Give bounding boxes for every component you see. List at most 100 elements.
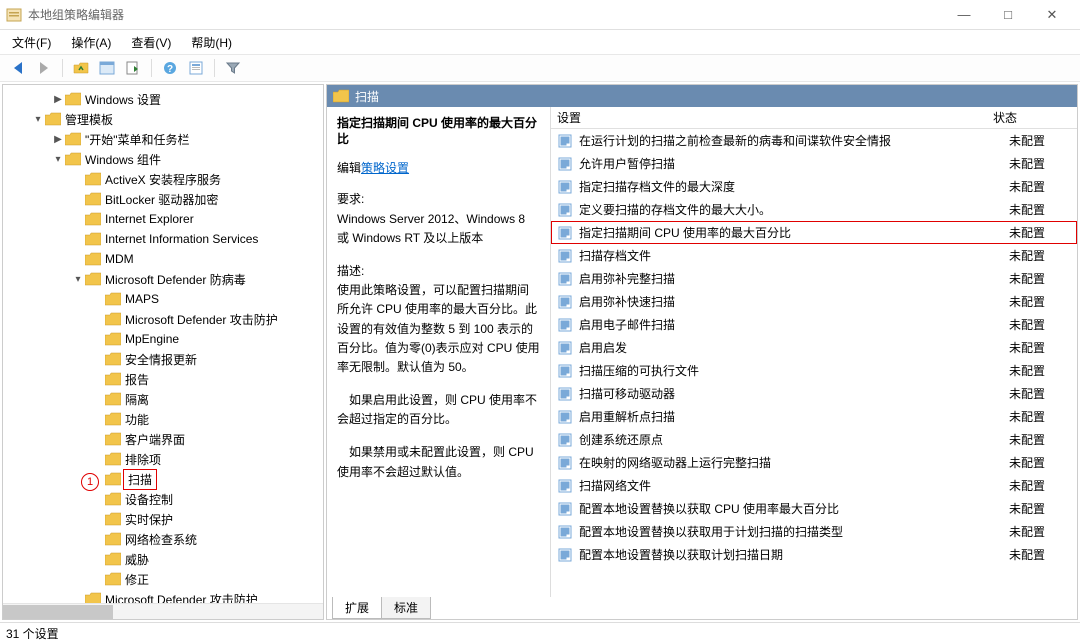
collapse-icon[interactable]: ▾: [51, 154, 65, 165]
settings-row[interactable]: 在运行计划的扫描之前检查最新的病毒和间谍软件安全情报未配置: [551, 129, 1077, 152]
folder-icon: [105, 532, 121, 546]
expand-icon[interactable]: ▶: [51, 134, 65, 145]
tree-node-label: 设备控制: [125, 491, 173, 508]
tree-node[interactable]: ▶"开始"菜单和任务栏: [3, 129, 323, 149]
main-content: ▶Windows 设置▾管理模板▶"开始"菜单和任务栏▾Windows 组件▶A…: [0, 82, 1080, 622]
description-body-1: 使用此策略设置，可以配置扫描期间所允许 CPU 使用率的最大百分比。此设置的有效…: [337, 281, 540, 377]
up-button[interactable]: [69, 57, 93, 79]
tree-node[interactable]: ▶威胁: [3, 549, 323, 569]
tree-node[interactable]: ▶客户端界面: [3, 429, 323, 449]
settings-row[interactable]: 允许用户暂停扫描未配置: [551, 152, 1077, 175]
settings-row[interactable]: 启用启发未配置: [551, 336, 1077, 359]
tree-node[interactable]: ▶Internet Explorer: [3, 209, 323, 229]
settings-row[interactable]: 定义要扫描的存档文件的最大大小。未配置: [551, 198, 1077, 221]
tree-node[interactable]: ▶Internet Information Services: [3, 229, 323, 249]
status-text: 31 个设置: [6, 627, 59, 641]
help-button[interactable]: ?: [158, 57, 182, 79]
policy-icon: [557, 386, 573, 402]
settings-row[interactable]: 启用电子邮件扫描未配置: [551, 313, 1077, 336]
separator: [214, 59, 215, 77]
policy-icon: [557, 133, 573, 149]
status-bar: 31 个设置: [0, 622, 1080, 642]
folder-icon: [85, 172, 101, 186]
tree-node[interactable]: ▶Windows 设置: [3, 89, 323, 109]
tree-node[interactable]: ▶MAPS: [3, 289, 323, 309]
tree-node[interactable]: ▾管理模板: [3, 109, 323, 129]
tree-node-label: 客户端界面: [125, 431, 185, 448]
settings-row[interactable]: 扫描存档文件未配置: [551, 244, 1077, 267]
tree-node[interactable]: ▶安全情报更新: [3, 349, 323, 369]
folder-icon: [85, 272, 101, 286]
policy-icon: [557, 202, 573, 218]
column-setting[interactable]: 设置: [551, 109, 993, 126]
export-button[interactable]: [121, 57, 145, 79]
menu-help[interactable]: 帮助(H): [183, 31, 240, 54]
policy-icon: [557, 409, 573, 425]
settings-row[interactable]: 指定扫描存档文件的最大深度未配置: [551, 175, 1077, 198]
tree-node[interactable]: ▶ActiveX 安装程序服务: [3, 169, 323, 189]
tree-node[interactable]: ▶Microsoft Defender 攻击防护: [3, 589, 323, 603]
filter-button[interactable]: [221, 57, 245, 79]
settings-row-state: 未配置: [1009, 247, 1075, 264]
minimize-button[interactable]: —: [942, 1, 986, 29]
settings-row-state: 未配置: [1009, 454, 1075, 471]
tree-node[interactable]: ▶MpEngine: [3, 329, 323, 349]
tree-node-label: ActiveX 安装程序服务: [105, 171, 221, 188]
settings-row[interactable]: 启用弥补完整扫描未配置: [551, 267, 1077, 290]
tree-node[interactable]: ▶设备控制: [3, 489, 323, 509]
settings-row-label: 配置本地设置替换以获取 CPU 使用率最大百分比: [579, 500, 1009, 517]
settings-column: 设置 状态 在运行计划的扫描之前检查最新的病毒和间谍软件安全情报未配置允许用户暂…: [551, 107, 1077, 597]
maximize-button[interactable]: □: [986, 1, 1030, 29]
scrollbar-thumb[interactable]: [3, 605, 113, 619]
settings-row[interactable]: 在映射的网络驱动器上运行完整扫描未配置: [551, 451, 1077, 474]
folder-icon: [105, 372, 121, 386]
arrow-right-icon: [40, 62, 48, 74]
edit-policy-link[interactable]: 策略设置: [361, 161, 409, 175]
settings-row[interactable]: 扫描压缩的可执行文件未配置: [551, 359, 1077, 382]
tree-node[interactable]: ▶Microsoft Defender 攻击防护: [3, 309, 323, 329]
menu-view[interactable]: 查看(V): [123, 31, 179, 54]
settings-list[interactable]: 在运行计划的扫描之前检查最新的病毒和间谍软件安全情报未配置允许用户暂停扫描未配置…: [551, 129, 1077, 597]
tree-node[interactable]: ▶排除项: [3, 449, 323, 469]
close-button[interactable]: ✕: [1030, 1, 1074, 29]
horizontal-scrollbar[interactable]: [3, 603, 323, 619]
tab-standard[interactable]: 标准: [381, 597, 431, 619]
policy-icon: [557, 432, 573, 448]
collapse-icon[interactable]: ▾: [71, 274, 85, 285]
tree-node[interactable]: ▾Windows 组件: [3, 149, 323, 169]
tree-node[interactable]: ▶实时保护: [3, 509, 323, 529]
settings-row[interactable]: 启用重解析点扫描未配置: [551, 405, 1077, 428]
policy-icon: [557, 294, 573, 310]
settings-row[interactable]: 配置本地设置替换以获取用于计划扫描的扫描类型未配置: [551, 520, 1077, 543]
tab-extended[interactable]: 扩展: [332, 597, 382, 619]
tree-node[interactable]: ▶修正: [3, 569, 323, 589]
policy-tree[interactable]: ▶Windows 设置▾管理模板▶"开始"菜单和任务栏▾Windows 组件▶A…: [3, 85, 323, 603]
settings-row-label: 扫描可移动驱动器: [579, 385, 1009, 402]
description-body-2: 如果启用此设置，则 CPU 使用率不会超过指定的百分比。: [337, 391, 540, 429]
settings-row[interactable]: 创建系统还原点未配置: [551, 428, 1077, 451]
tree-node[interactable]: ▶MDM: [3, 249, 323, 269]
settings-row[interactable]: 扫描网络文件未配置: [551, 474, 1077, 497]
forward-button[interactable]: [32, 57, 56, 79]
settings-row[interactable]: 指定扫描期间 CPU 使用率的最大百分比未配置: [551, 221, 1077, 244]
tree-node[interactable]: ▶功能: [3, 409, 323, 429]
menu-file[interactable]: 文件(F): [4, 31, 59, 54]
column-state[interactable]: 状态: [993, 109, 1063, 126]
folder-icon: [105, 492, 121, 506]
tree-node[interactable]: ▾Microsoft Defender 防病毒: [3, 269, 323, 289]
settings-row[interactable]: 配置本地设置替换以获取计划扫描日期未配置: [551, 543, 1077, 566]
settings-row[interactable]: 扫描可移动驱动器未配置: [551, 382, 1077, 405]
back-button[interactable]: [6, 57, 30, 79]
expand-icon[interactable]: ▶: [51, 94, 65, 105]
settings-row[interactable]: 配置本地设置替换以获取 CPU 使用率最大百分比未配置: [551, 497, 1077, 520]
collapse-icon[interactable]: ▾: [31, 114, 45, 125]
properties-button[interactable]: [184, 57, 208, 79]
menu-action[interactable]: 操作(A): [63, 31, 119, 54]
tree-node[interactable]: ▶扫描: [3, 469, 323, 489]
tree-node[interactable]: ▶网络检查系统: [3, 529, 323, 549]
tree-node[interactable]: ▶BitLocker 驱动器加密: [3, 189, 323, 209]
settings-row[interactable]: 启用弥补快速扫描未配置: [551, 290, 1077, 313]
tree-node[interactable]: ▶隔离: [3, 389, 323, 409]
grid-button[interactable]: [95, 57, 119, 79]
tree-node[interactable]: ▶报告: [3, 369, 323, 389]
